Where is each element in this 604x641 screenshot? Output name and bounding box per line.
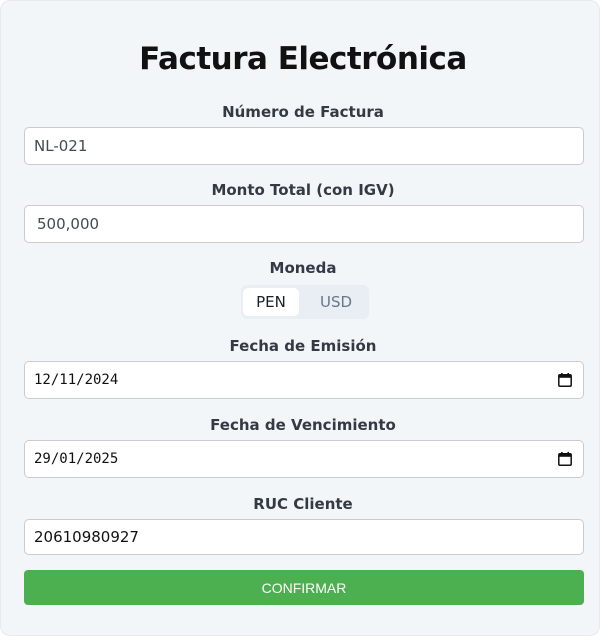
total-amount-input[interactable]: 500,000 xyxy=(24,205,584,243)
confirm-button[interactable]: CONFIRMAR xyxy=(24,570,584,605)
currency-toggle: PEN USD xyxy=(241,285,369,319)
client-ruc-value: 20610980927 xyxy=(34,528,139,546)
total-amount-value: 500,000 xyxy=(37,215,100,233)
calendar-icon[interactable] xyxy=(558,373,572,387)
calendar-icon[interactable] xyxy=(558,452,572,466)
client-ruc-label: RUC Cliente xyxy=(253,495,353,513)
issue-date-label: Fecha de Emisión xyxy=(229,337,377,355)
client-ruc-input[interactable]: 20610980927 xyxy=(24,519,584,555)
invoice-number-value: NL-021 xyxy=(34,137,88,155)
total-amount-label: Monto Total (con IGV) xyxy=(211,181,395,199)
issue-date-input[interactable]: 12/11/2024 xyxy=(24,361,584,399)
currency-option-usd[interactable]: USD xyxy=(308,288,364,316)
issue-date-value: 12/11/2024 xyxy=(34,372,119,388)
currency-option-pen[interactable]: PEN xyxy=(243,288,299,316)
due-date-value: 29/01/2025 xyxy=(34,451,119,467)
due-date-input[interactable]: 29/01/2025 xyxy=(24,440,584,478)
form-title: Factura Electrónica xyxy=(139,41,467,77)
invoice-number-input[interactable]: NL-021 xyxy=(24,127,584,165)
currency-label: Moneda xyxy=(269,259,337,277)
invoice-form-card: Factura Electrónica Número de Factura NL… xyxy=(0,0,600,636)
due-date-label: Fecha de Vencimiento xyxy=(210,416,396,434)
invoice-number-label: Número de Factura xyxy=(222,103,384,121)
